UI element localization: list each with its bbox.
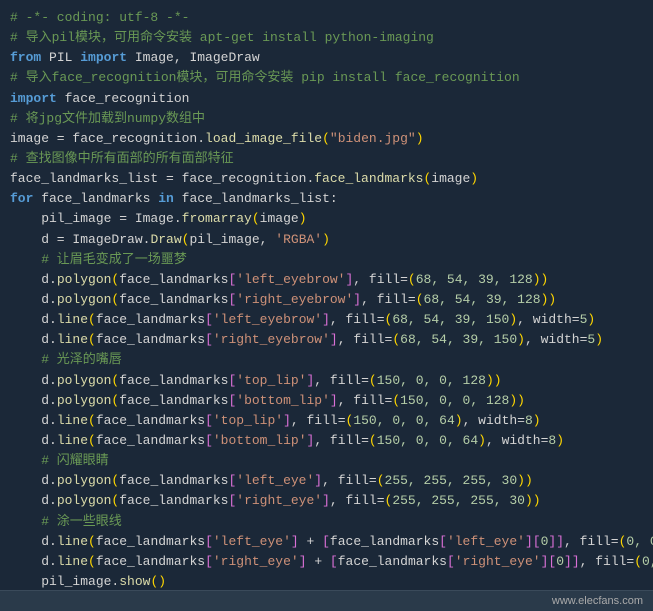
line-27: d.line(face_landmarks['left_eye'] + [fac… xyxy=(10,532,643,552)
line-12: d = ImageDraw.Draw(pil_image, 'RGBA') xyxy=(10,230,643,250)
line-14: d.polygon(face_landmarks['left_eyebrow']… xyxy=(10,270,643,290)
line-25: d.polygon(face_landmarks['right_eye'], f… xyxy=(10,491,643,511)
line-18: # 光泽的嘴唇 xyxy=(10,350,643,370)
line-24: d.polygon(face_landmarks['left_eye'], fi… xyxy=(10,471,643,491)
line-17: d.line(face_landmarks['right_eyebrow'], … xyxy=(10,330,643,350)
line-6: # 将jpg文件加载到numpy数组中 xyxy=(10,109,643,129)
line-5: import face_recognition xyxy=(10,89,643,109)
footer-url: www.elecfans.com xyxy=(552,595,643,607)
line-7: image = face_recognition.load_image_file… xyxy=(10,129,643,149)
line-15: d.polygon(face_landmarks['right_eyebrow'… xyxy=(10,290,643,310)
footer-bar: www.elecfans.com xyxy=(0,590,653,611)
line-10: for face_landmarks in face_landmarks_lis… xyxy=(10,189,643,209)
line-26: # 涂一些眼线 xyxy=(10,512,643,532)
line-16: d.line(face_landmarks['left_eyebrow'], f… xyxy=(10,310,643,330)
line-2: # 导入pil模块，可用命令安装 apt-get install python-… xyxy=(10,28,643,48)
line-22: d.line(face_landmarks['bottom_lip'], fil… xyxy=(10,431,643,451)
line-1: # -*- coding: utf-8 -*- xyxy=(10,8,643,28)
line-23: # 闪耀眼睛 xyxy=(10,451,643,471)
line-13: # 让眉毛变成了一场噩梦 xyxy=(10,250,643,270)
line-20: d.polygon(face_landmarks['bottom_lip'], … xyxy=(10,391,643,411)
line-19: d.polygon(face_landmarks['top_lip'], fil… xyxy=(10,371,643,391)
line-8: # 查找图像中所有面部的所有面部特征 xyxy=(10,149,643,169)
line-28: d.line(face_landmarks['right_eye'] + [fa… xyxy=(10,552,643,572)
line-3: from PIL import Image, ImageDraw xyxy=(10,48,643,68)
line-11: pil_image = Image.fromarray(image) xyxy=(10,209,643,229)
code-editor: # -*- coding: utf-8 -*- # 导入pil模块，可用命令安装… xyxy=(0,0,653,590)
line-21: d.line(face_landmarks['top_lip'], fill=(… xyxy=(10,411,643,431)
line-4: # 导入face_recognition模块，可用命令安装 pip instal… xyxy=(10,68,643,88)
line-29: pil_image.show() xyxy=(10,572,643,590)
line-9: face_landmarks_list = face_recognition.f… xyxy=(10,169,643,189)
